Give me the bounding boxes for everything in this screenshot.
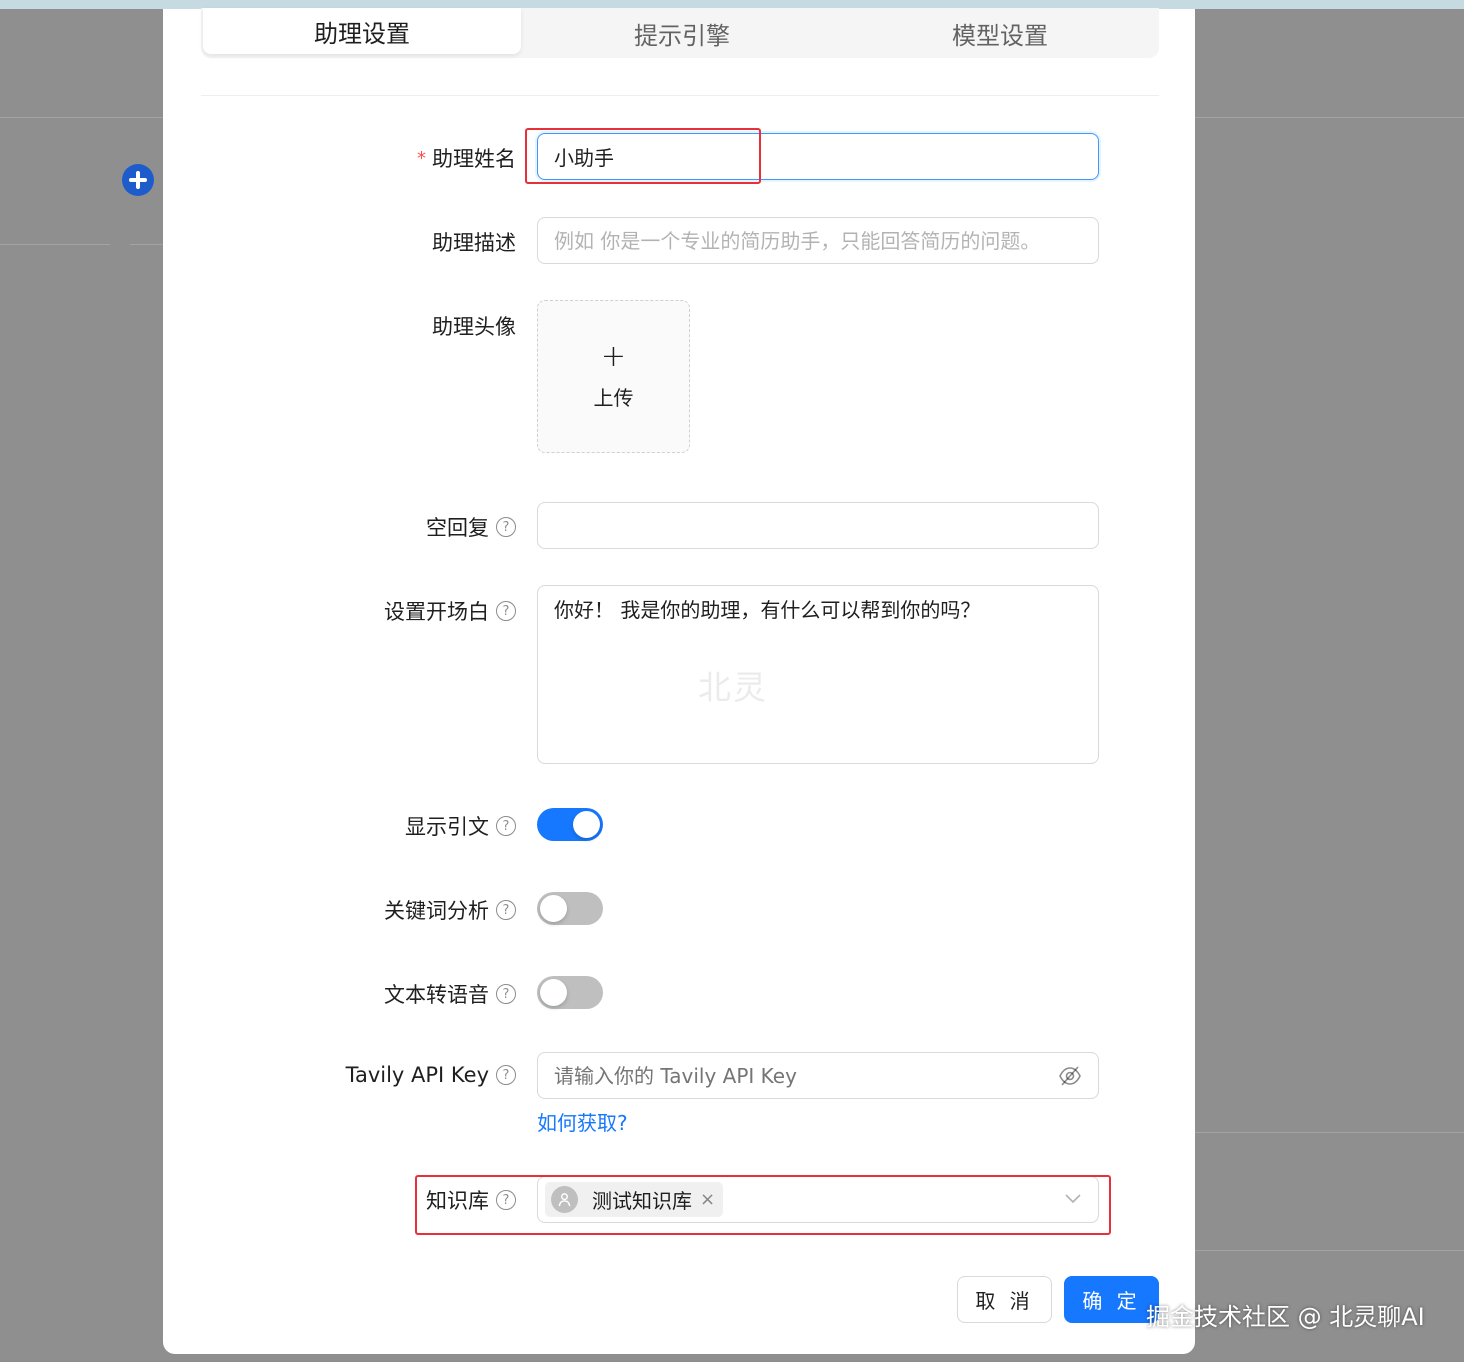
selected-knowledge-tag: 测试知识库 × bbox=[545, 1182, 724, 1217]
avatar-upload-button[interactable]: + 上传 bbox=[537, 300, 690, 453]
help-icon[interactable]: ? bbox=[496, 984, 516, 1004]
knowledge-base-select[interactable]: 测试知识库 × bbox=[537, 1176, 1099, 1223]
tab-prompt-engine[interactable]: 提示引擎 bbox=[523, 8, 841, 58]
show-citation-label: 显示引文 ? bbox=[405, 811, 516, 841]
background-divider bbox=[1195, 1132, 1464, 1133]
opening-label: 设置开场白 ? bbox=[384, 596, 516, 626]
corner-watermark: 掘金技术社区 @ 北灵聊AI bbox=[1146, 1303, 1425, 1331]
description-label: 助理描述 bbox=[432, 231, 516, 255]
help-icon[interactable]: ? bbox=[496, 816, 516, 836]
upload-label: 上传 bbox=[593, 386, 634, 410]
assistant-name-input[interactable] bbox=[537, 133, 1099, 180]
empty-reply-label: 空回复 ? bbox=[426, 512, 516, 542]
tab-model-settings[interactable]: 模型设置 bbox=[841, 8, 1159, 58]
empty-reply-input[interactable] bbox=[537, 502, 1099, 549]
tavily-api-key-input[interactable] bbox=[538, 1053, 1038, 1098]
avatar-label: 助理头像 bbox=[432, 315, 516, 339]
background-add-icon[interactable] bbox=[122, 164, 154, 196]
user-avatar-icon bbox=[551, 1186, 578, 1213]
how-to-get-link[interactable]: 如何获取? bbox=[537, 1107, 628, 1136]
keyword-analysis-toggle[interactable] bbox=[537, 892, 603, 925]
help-icon[interactable]: ? bbox=[496, 601, 516, 621]
knowledge-base-label: 知识库 ? bbox=[426, 1185, 516, 1215]
show-citation-toggle[interactable] bbox=[537, 808, 603, 841]
name-label: * 助理姓名 bbox=[417, 147, 516, 171]
chevron-down-icon bbox=[1065, 1194, 1081, 1204]
help-icon[interactable]: ? bbox=[496, 1065, 516, 1085]
background-divider bbox=[1195, 117, 1464, 118]
tts-label: 文本转语音 ? bbox=[384, 979, 516, 1009]
tts-toggle[interactable] bbox=[537, 976, 603, 1009]
tab-assistant-settings[interactable]: 助理设置 bbox=[203, 8, 521, 54]
toggle-knob bbox=[540, 979, 567, 1006]
help-icon[interactable]: ? bbox=[496, 1190, 516, 1210]
tabs-divider bbox=[201, 95, 1159, 96]
assistant-description-input[interactable] bbox=[537, 217, 1099, 264]
keyword-analysis-label: 关键词分析 ? bbox=[384, 895, 516, 925]
toggle-knob bbox=[540, 895, 567, 922]
settings-tabs: 助理设置 提示引擎 模型设置 bbox=[201, 8, 1159, 58]
help-icon[interactable]: ? bbox=[496, 517, 516, 537]
help-icon[interactable]: ? bbox=[496, 900, 516, 920]
tavily-field bbox=[537, 1052, 1099, 1099]
background-divider bbox=[0, 117, 163, 118]
tag-label: 测试知识库 bbox=[592, 1189, 692, 1213]
toggle-knob bbox=[573, 811, 600, 838]
cancel-button[interactable]: 取 消 bbox=[957, 1276, 1052, 1323]
ok-button[interactable]: 确 定 bbox=[1064, 1276, 1159, 1323]
background-divider bbox=[0, 244, 110, 245]
plus-icon: + bbox=[600, 339, 627, 374]
background-divider bbox=[1195, 1250, 1464, 1251]
opening-textarea[interactable]: 你好！ 我是你的助理，有什么可以帮到你的吗？ bbox=[537, 585, 1099, 764]
close-icon[interactable]: × bbox=[700, 1189, 715, 1210]
eye-invisible-icon[interactable] bbox=[1058, 1065, 1082, 1087]
required-mark: * bbox=[417, 147, 426, 169]
assistant-settings-modal: 助理设置 提示引擎 模型设置 * 助理姓名 助理描述 助理头像 + 上传 空回复… bbox=[163, 8, 1195, 1354]
background-divider bbox=[130, 244, 163, 245]
tavily-label: Tavily API Key ? bbox=[346, 1063, 516, 1087]
